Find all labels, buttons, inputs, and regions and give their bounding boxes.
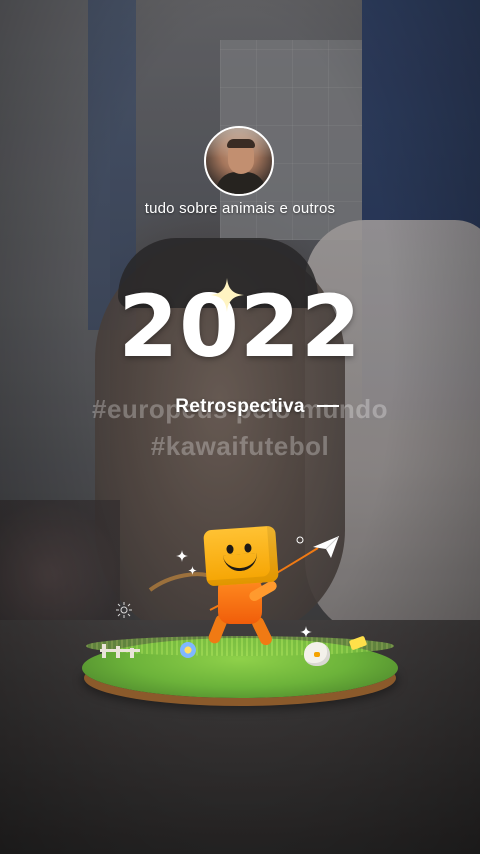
profile-avatar[interactable] bbox=[204, 126, 274, 196]
profile-caption: tudo sobre animais e outros bbox=[144, 200, 336, 217]
sparkle-icon bbox=[210, 278, 244, 312]
fence bbox=[100, 644, 140, 658]
mascot-character[interactable] bbox=[203, 525, 279, 587]
flower bbox=[180, 642, 196, 658]
mascot-body bbox=[218, 580, 262, 624]
sun-icon bbox=[116, 602, 132, 618]
chicken bbox=[304, 642, 330, 666]
subtitle-line-left bbox=[141, 405, 163, 407]
subtitle-row: Retrospectiva bbox=[0, 396, 480, 418]
mascot-eye bbox=[244, 543, 252, 553]
sparkle-icon bbox=[176, 550, 188, 562]
subtitle-line-right bbox=[317, 405, 340, 408]
ghost-hashtag: #kawaifutebol bbox=[150, 431, 330, 461]
mascot-eye bbox=[226, 544, 234, 554]
story-screen: tudo sobre animais e outros 2022 #europe… bbox=[0, 0, 480, 854]
subtitle-label: Retrospectiva bbox=[175, 396, 305, 417]
avatar-shirt bbox=[216, 172, 266, 194]
chicken-beak bbox=[314, 652, 320, 657]
sparkle-icon bbox=[188, 566, 197, 575]
mascot-illustration bbox=[0, 520, 480, 710]
mascot-smile bbox=[222, 552, 259, 573]
avatar-hair bbox=[227, 139, 255, 148]
paper-plane-icon bbox=[313, 536, 339, 558]
